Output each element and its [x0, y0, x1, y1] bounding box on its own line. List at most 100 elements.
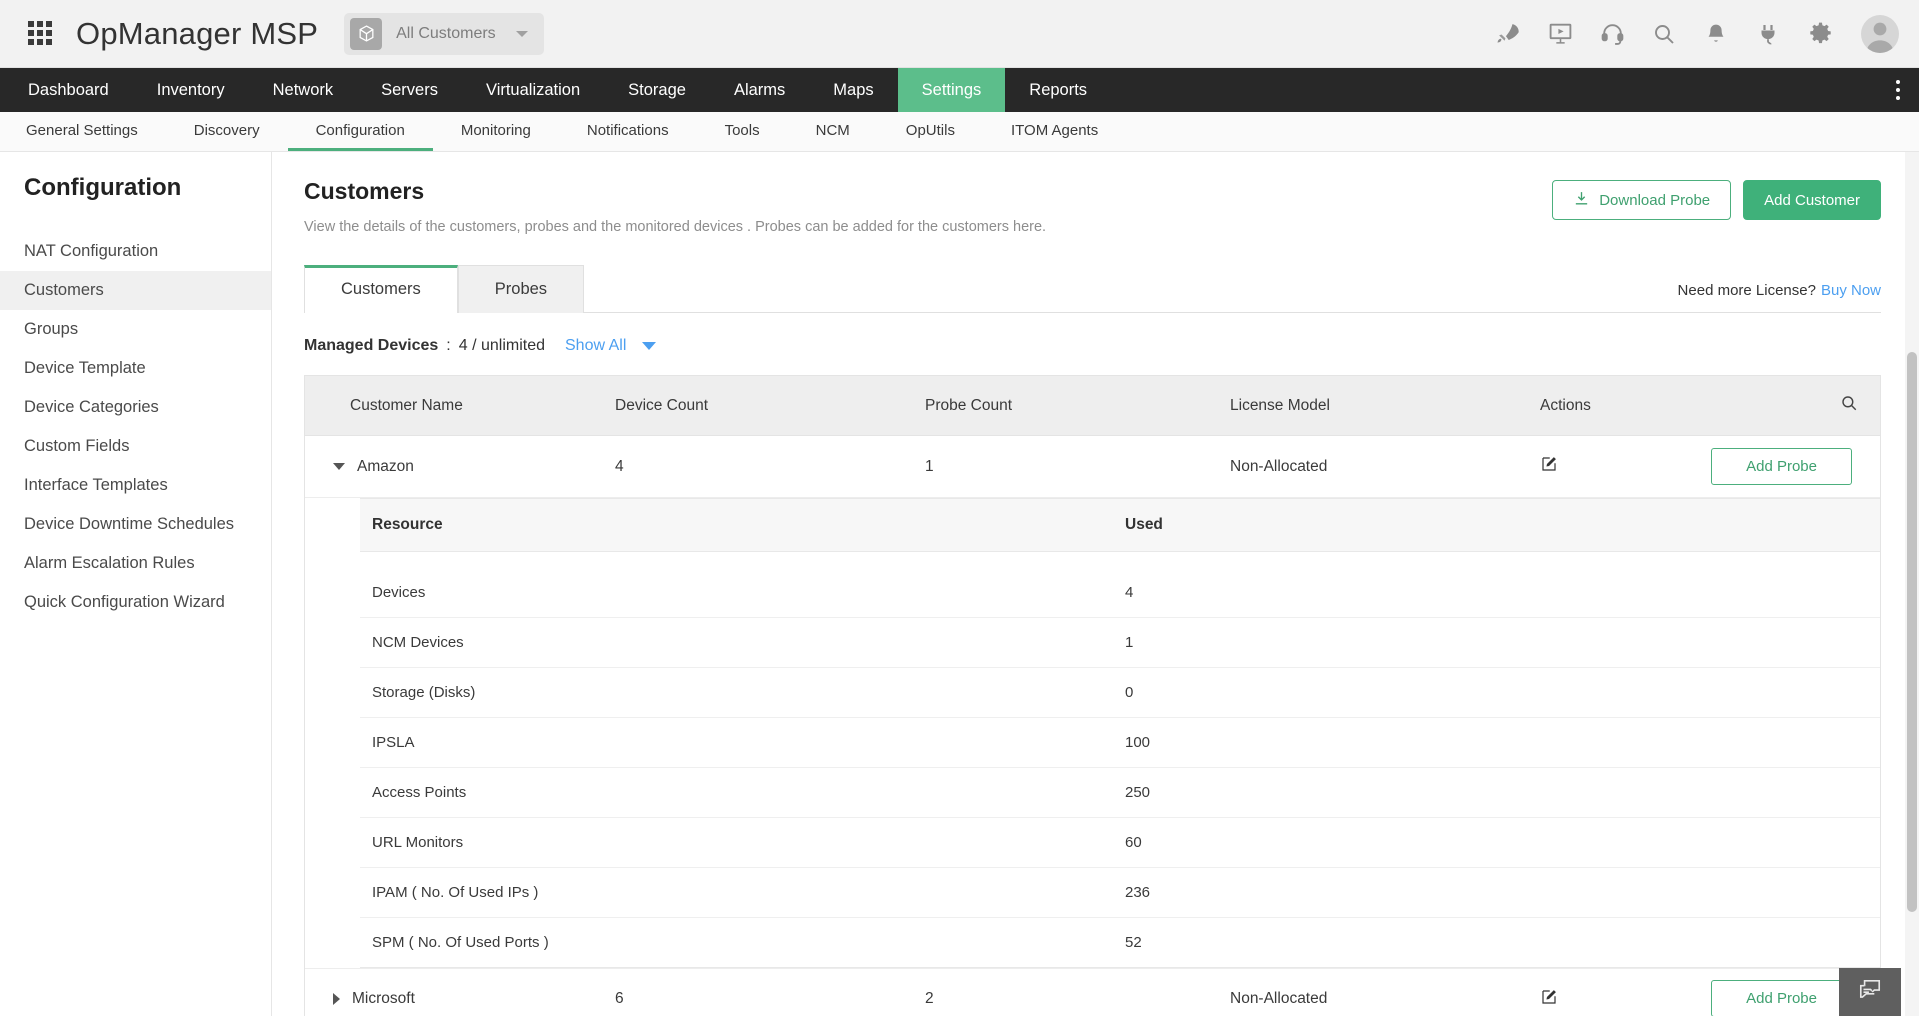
expand-collapse-icon[interactable] [333, 993, 340, 1005]
nav-item-storage[interactable]: Storage [604, 68, 710, 112]
table-search-icon[interactable] [1650, 376, 1880, 436]
search-icon[interactable] [1649, 19, 1679, 49]
managed-devices-label: Managed Devices [304, 337, 438, 355]
chat-widget-button[interactable] [1839, 968, 1901, 1016]
nav-item-alarms[interactable]: Alarms [710, 68, 809, 112]
resource-name: Access Points [360, 767, 1125, 817]
managed-devices-row: Managed Devices : 4 / unlimited Show All [304, 337, 1881, 355]
gear-icon[interactable] [1805, 19, 1835, 49]
expand-collapse-icon[interactable] [333, 463, 345, 470]
app-title: OpManager MSP [76, 16, 318, 52]
headset-icon[interactable] [1597, 19, 1627, 49]
nav-item-settings[interactable]: Settings [898, 68, 1006, 112]
resource-row: URL Monitors 60 [360, 817, 1880, 867]
edit-icon[interactable] [1540, 460, 1558, 477]
device-count-cell: 6 [615, 968, 925, 1016]
nav-item-maps[interactable]: Maps [809, 68, 897, 112]
license-model-cell: Non-Allocated [1230, 968, 1540, 1016]
avatar[interactable] [1861, 15, 1899, 53]
tab-probes[interactable]: Probes [458, 265, 584, 313]
content-area: Configuration NAT Configuration Customer… [0, 152, 1919, 1016]
customer-selector[interactable]: All Customers [344, 13, 544, 55]
edit-icon[interactable] [1540, 993, 1558, 1010]
show-all-link[interactable]: Show All [565, 337, 626, 355]
nav-item-virtualization[interactable]: Virtualization [462, 68, 604, 112]
page-title: Customers [304, 178, 1046, 205]
nav-item-servers[interactable]: Servers [357, 68, 462, 112]
device-count-cell: 4 [615, 436, 925, 498]
table-row[interactable]: Microsoft 6 2 Non-Allocated [305, 968, 1880, 1016]
subnav-item-general-settings[interactable]: General Settings [0, 112, 166, 151]
customer-name: Microsoft [352, 990, 415, 1007]
license-note: Need more License?Buy Now [1678, 282, 1881, 313]
subnav-item-tools[interactable]: Tools [697, 112, 788, 151]
subnav-item-ncm[interactable]: NCM [788, 112, 878, 151]
subnav-item-configuration[interactable]: Configuration [288, 112, 433, 151]
resource-row: SPM ( No. Of Used Ports ) 52 [360, 917, 1880, 967]
chat-bubbles-icon [1857, 977, 1883, 1008]
sidebar-item-device-template[interactable]: Device Template [0, 349, 271, 388]
page-scrollbar[interactable] [1905, 152, 1919, 1016]
add-probe-button[interactable]: Add Probe [1711, 980, 1852, 1016]
download-probe-button[interactable]: Download Probe [1552, 180, 1731, 220]
nav-item-network[interactable]: Network [249, 68, 358, 112]
download-probe-label: Download Probe [1599, 192, 1710, 209]
expanded-detail-row: Resource Used Devices 4 [305, 498, 1880, 969]
chevron-down-icon[interactable] [642, 342, 656, 350]
customers-table-container: Customer Name Device Count Probe Count L… [304, 375, 1881, 1016]
column-device-count: Device Count [615, 376, 925, 436]
table-header-row: Customer Name Device Count Probe Count L… [305, 376, 1880, 436]
add-customer-label: Add Customer [1764, 192, 1860, 209]
subnav-item-notifications[interactable]: Notifications [559, 112, 697, 151]
sidebar-item-device-downtime-schedules[interactable]: Device Downtime Schedules [0, 505, 271, 544]
resource-row: Access Points 250 [360, 767, 1880, 817]
sidebar-item-quick-configuration-wizard[interactable]: Quick Configuration Wizard [0, 583, 271, 622]
sidebar-item-custom-fields[interactable]: Custom Fields [0, 427, 271, 466]
subnav-item-monitoring[interactable]: Monitoring [433, 112, 559, 151]
resource-table: Resource Used Devices 4 [360, 498, 1880, 968]
nav-item-dashboard[interactable]: Dashboard [0, 68, 133, 112]
resource-name: URL Monitors [360, 817, 1125, 867]
buy-now-link[interactable]: Buy Now [1821, 282, 1881, 299]
main-panel: Customers View the details of the custom… [272, 152, 1919, 1016]
app-grid-icon[interactable] [28, 21, 54, 47]
page-header-actions: Download Probe Add Customer [1552, 178, 1881, 220]
rocket-icon[interactable] [1493, 19, 1523, 49]
resource-name: Storage (Disks) [360, 667, 1125, 717]
resource-spacer-row [360, 552, 1880, 568]
tab-customers[interactable]: Customers [304, 265, 458, 313]
nav-item-reports[interactable]: Reports [1005, 68, 1111, 112]
column-actions: Actions [1540, 376, 1650, 436]
resource-table-head: Resource Used [360, 499, 1880, 552]
nav-overflow-menu-icon[interactable] [1877, 68, 1919, 112]
nav-item-inventory[interactable]: Inventory [133, 68, 249, 112]
sidebar-item-customers[interactable]: Customers [0, 271, 271, 310]
probe-count-cell: 2 [925, 968, 1230, 1016]
subnav-item-itom-agents[interactable]: ITOM Agents [983, 112, 1126, 151]
column-resource: Resource [360, 499, 1125, 552]
presentation-icon[interactable] [1545, 19, 1575, 49]
sidebar-item-alarm-escalation-rules[interactable]: Alarm Escalation Rules [0, 544, 271, 583]
chevron-down-icon[interactable] [516, 31, 528, 37]
sidebar-item-nat-configuration[interactable]: NAT Configuration [0, 232, 271, 271]
sidebar-item-groups[interactable]: Groups [0, 310, 271, 349]
scrollbar-thumb[interactable] [1907, 352, 1917, 912]
managed-devices-value: 4 / unlimited [459, 337, 545, 355]
add-probe-button[interactable]: Add Probe [1711, 448, 1852, 485]
sidebar-item-device-categories[interactable]: Device Categories [0, 388, 271, 427]
subnav-item-oputils[interactable]: OpUtils [878, 112, 983, 151]
bell-icon[interactable] [1701, 19, 1731, 49]
resource-used: 52 [1125, 917, 1880, 967]
customer-selector-label: All Customers [396, 25, 496, 43]
resource-row: IPSLA 100 [360, 717, 1880, 767]
customer-name: Amazon [357, 458, 414, 475]
tab-bar: Customers Probes Need more License?Buy N… [304, 265, 1881, 313]
table-row[interactable]: Amazon 4 1 Non-Allocated [305, 436, 1880, 498]
configuration-sidebar: Configuration NAT Configuration Customer… [0, 152, 272, 1016]
plug-icon[interactable] [1753, 19, 1783, 49]
resource-name: IPAM ( No. Of Used IPs ) [360, 867, 1125, 917]
add-customer-button[interactable]: Add Customer [1743, 180, 1881, 220]
sidebar-item-interface-templates[interactable]: Interface Templates [0, 466, 271, 505]
subnav-item-discovery[interactable]: Discovery [166, 112, 288, 151]
resource-used: 236 [1125, 867, 1880, 917]
